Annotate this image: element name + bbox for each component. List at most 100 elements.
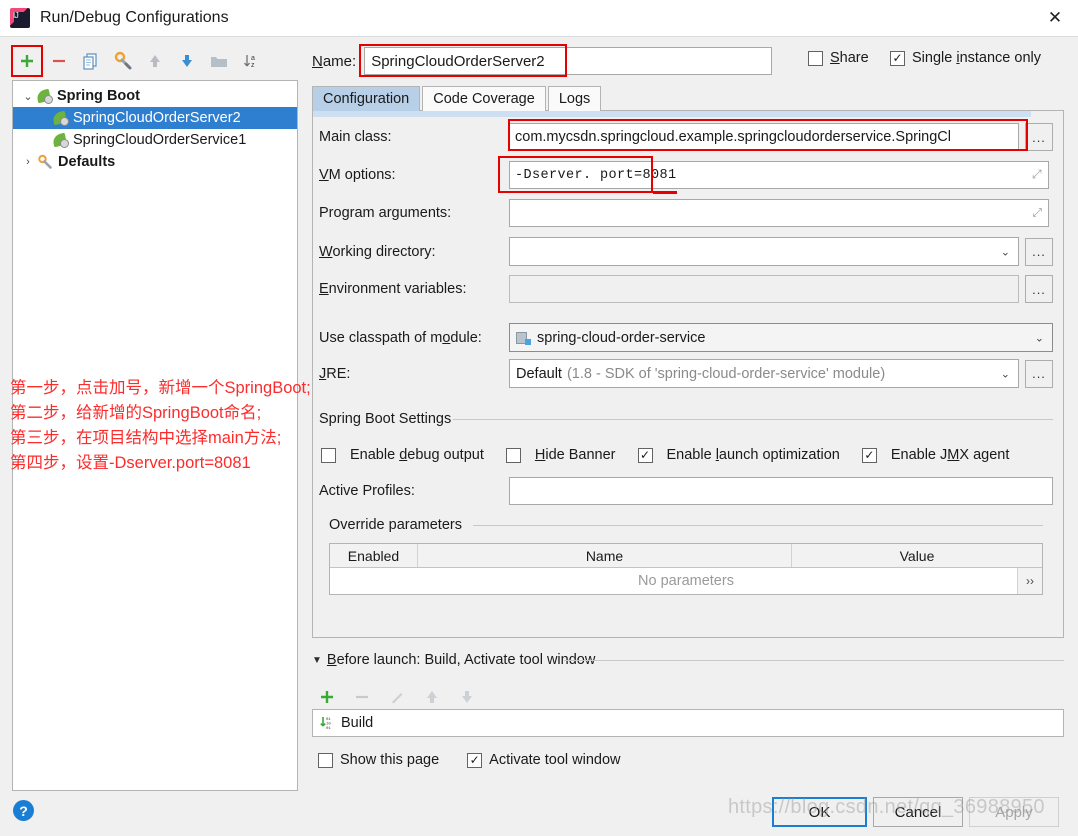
before-launch-move-up-button[interactable]	[417, 682, 447, 712]
classpath-module-value: spring-cloud-order-service	[537, 329, 706, 346]
tree-node-spring-boot[interactable]: ⌄ Spring Boot	[13, 85, 297, 107]
table-empty-text: No parameters	[638, 573, 734, 589]
apply-button[interactable]: Apply	[969, 797, 1059, 827]
copy-configuration-button[interactable]	[76, 46, 106, 76]
folder-icon[interactable]	[204, 46, 234, 76]
configurations-tree[interactable]: ⌄ Spring Boot SpringCloudOrderServer2 Sp…	[12, 80, 298, 791]
share-checkbox[interactable]: Share	[808, 50, 869, 66]
before-launch-toolbar	[312, 682, 482, 712]
tree-node-defaults[interactable]: › Defaults	[13, 151, 297, 173]
enable-launch-optimization-checkbox-box[interactable]: ✓	[637, 447, 653, 463]
close-icon[interactable]: ✕	[1032, 0, 1078, 36]
environment-variables-browse-button[interactable]: ...	[1025, 275, 1053, 303]
before-launch-header[interactable]: ▼ Before launch: Build, Activate tool wi…	[312, 652, 595, 668]
tree-node-springcloudorderservice1[interactable]: SpringCloudOrderService1	[13, 129, 297, 151]
column-header-name[interactable]: Name	[418, 544, 792, 567]
jre-value: Default	[516, 365, 562, 382]
cancel-button[interactable]: Cancel	[873, 797, 963, 827]
tab-logs[interactable]: Logs	[547, 86, 602, 111]
classpath-module-row: Use classpath of module: spring-cloud-or…	[319, 323, 1059, 352]
environment-variables-label: Environment variables:	[319, 281, 467, 297]
tab-configuration[interactable]: Configuration	[312, 86, 421, 111]
enable-jmx-agent-checkbox[interactable]: ✓ Enable JMX agent	[861, 447, 1009, 463]
environment-variables-input[interactable]	[509, 275, 1019, 303]
config-tabs: Configuration Code Coverage Logs	[312, 86, 603, 111]
jre-label: JRE:	[319, 365, 351, 382]
enable-launch-optimization-label: Enable launch optimization	[666, 447, 840, 463]
spring-icon	[51, 110, 69, 126]
before-launch-item-build[interactable]: 01 10 01 Build	[312, 709, 1064, 737]
tab-code-coverage[interactable]: Code Coverage	[422, 86, 546, 111]
active-profiles-label: Active Profiles:	[319, 483, 415, 499]
help-icon[interactable]: ?	[13, 800, 34, 821]
table-expand-button[interactable]: ››	[1017, 568, 1042, 594]
hide-banner-checkbox-box[interactable]	[505, 447, 521, 463]
main-class-browse-button[interactable]: ...	[1025, 123, 1053, 151]
name-input-value: SpringCloudOrderServer2	[371, 52, 545, 70]
single-instance-label: Single instance only	[912, 50, 1041, 66]
active-profiles-input[interactable]	[509, 477, 1053, 505]
show-this-page-checkbox[interactable]: Show this page	[318, 752, 439, 768]
activate-tool-window-label: Activate tool window	[489, 752, 621, 768]
enable-debug-output-checkbox-box[interactable]	[321, 447, 336, 463]
chevron-down-icon[interactable]: ⌄	[19, 90, 37, 103]
chevron-right-icon[interactable]: ›	[19, 156, 37, 168]
move-up-button[interactable]	[140, 46, 170, 76]
enable-jmx-agent-checkbox-box[interactable]: ✓	[861, 447, 877, 463]
spring-icon	[51, 132, 69, 148]
activate-tool-window-checkbox[interactable]: ✓ Activate tool window	[467, 752, 621, 768]
svg-text:a: a	[251, 55, 255, 62]
name-input[interactable]: SpringCloudOrderServer2	[364, 47, 773, 75]
before-launch-add-button[interactable]	[312, 682, 342, 712]
chevron-down-icon[interactable]: ⌄	[1001, 367, 1010, 380]
working-directory-combo[interactable]: ⌄	[509, 237, 1019, 266]
classpath-module-label: Use classpath of module:	[319, 329, 482, 346]
table-header-row: Enabled Name Value	[330, 544, 1042, 568]
show-this-page-checkbox-box[interactable]	[318, 752, 333, 768]
ok-button[interactable]: OK	[772, 797, 867, 827]
move-down-button[interactable]	[172, 46, 202, 76]
chevron-down-icon[interactable]: ▼	[312, 655, 322, 666]
expand-icon[interactable]: ⤢	[1032, 206, 1042, 221]
before-launch-remove-button[interactable]	[347, 682, 377, 712]
add-configuration-button[interactable]	[11, 45, 43, 77]
before-launch-edit-pencil-icon[interactable]	[382, 682, 412, 712]
sort-alphabetically-icon[interactable]: a z	[236, 46, 266, 76]
vm-options-input[interactable]: -Dserver. port=8081 ⤢	[509, 161, 1049, 189]
hide-banner-checkbox[interactable]: Hide Banner	[505, 447, 616, 463]
vm-options-value: -Dserver. port=8081	[515, 167, 677, 183]
override-parameters-table[interactable]: Enabled Name Value No parameters ››	[329, 543, 1043, 595]
main-class-input[interactable]: com.mycsdn.springcloud.example.springclo…	[509, 123, 1019, 151]
tree-node-springcloudorderserver2[interactable]: SpringCloudOrderServer2	[13, 107, 297, 129]
jre-browse-button[interactable]: ...	[1025, 359, 1053, 388]
share-checkbox-box[interactable]	[808, 50, 823, 66]
enable-debug-output-checkbox[interactable]: Enable debug output	[321, 447, 484, 463]
program-arguments-label: Program arguments:	[319, 205, 452, 221]
before-launch-move-down-button[interactable]	[452, 682, 482, 712]
program-arguments-input[interactable]: ⤢	[509, 199, 1049, 227]
activate-tool-window-checkbox-box[interactable]: ✓	[467, 752, 483, 768]
classpath-module-combo[interactable]: spring-cloud-order-service ⌄	[509, 323, 1053, 352]
build-icon: 01 10 01	[319, 715, 335, 731]
single-instance-checkbox-box[interactable]: ✓	[890, 50, 905, 66]
show-this-page-label: Show this page	[340, 752, 440, 768]
wrench-icon	[37, 154, 54, 170]
module-icon	[516, 331, 531, 345]
column-header-value[interactable]: Value	[792, 544, 1042, 567]
jre-combo[interactable]: Default (1.8 - SDK of 'spring-cloud-orde…	[509, 359, 1019, 388]
expand-icon[interactable]: ⤢	[1032, 168, 1042, 182]
group-divider	[453, 419, 1053, 420]
single-instance-checkbox[interactable]: ✓ Single instance only	[890, 50, 1041, 66]
working-directory-browse-button[interactable]: ...	[1025, 237, 1053, 266]
enable-launch-optimization-checkbox[interactable]: ✓ Enable launch optimization	[637, 447, 840, 463]
remove-configuration-button[interactable]	[44, 46, 74, 76]
chevron-down-icon[interactable]: ⌄	[1035, 331, 1044, 344]
edit-templates-wrench-icon[interactable]	[108, 46, 138, 76]
window-title: Run/Debug Configurations	[40, 9, 229, 26]
vm-options-underline-mark	[653, 191, 677, 194]
tree-node-label: Defaults	[58, 154, 116, 170]
column-header-enabled[interactable]: Enabled	[330, 544, 418, 567]
table-empty-row: No parameters ››	[330, 568, 1042, 594]
chevron-down-icon[interactable]: ⌄	[1001, 245, 1010, 258]
horizontal-scrollbar[interactable]	[313, 111, 1063, 117]
